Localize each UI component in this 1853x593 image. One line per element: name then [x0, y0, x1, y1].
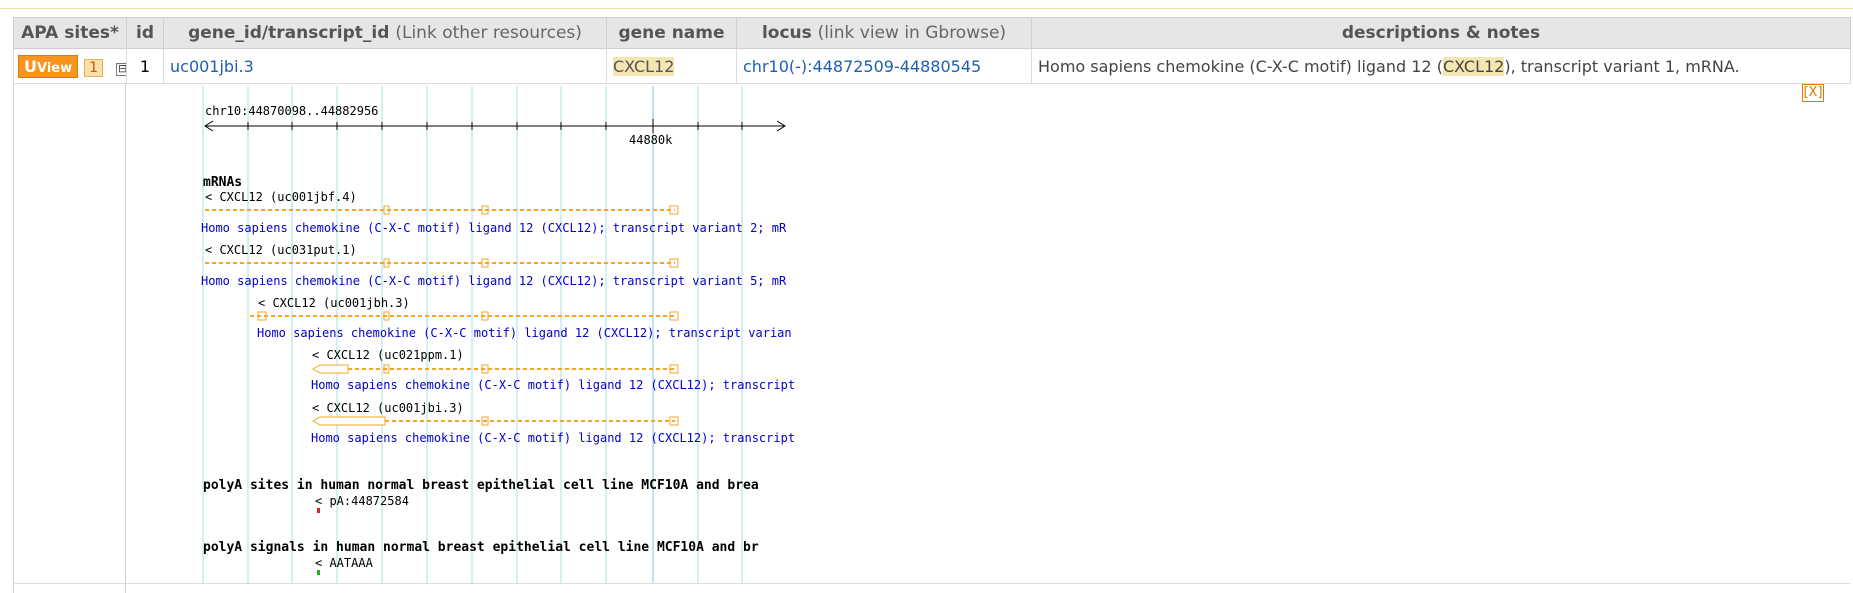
transcript-label: < CXCL12 (uc001jbh.3): [258, 296, 410, 310]
transcript-desc-link[interactable]: Homo sapiens chemokine (C-X-C motif) lig…: [311, 378, 795, 392]
transcript-1[interactable]: < CXCL12 (uc001jbf.4) Homo sapiens chemo…: [201, 190, 787, 235]
mrna-track-title: mRNAs: [203, 175, 242, 190]
polya-signals-track-title: polyA signals in human normal breast epi…: [203, 540, 759, 555]
polya-sites-track-title: polyA sites in human normal breast epith…: [203, 478, 759, 493]
scale-label: 44880k: [629, 133, 673, 147]
transcript-desc-link[interactable]: Homo sapiens chemokine (C-X-C motif) lig…: [201, 221, 787, 235]
transcript-label: < CXCL12 (uc021ppm.1): [312, 348, 464, 362]
transcript-2[interactable]: < CXCL12 (uc031put.1) Homo sapiens chemo…: [201, 243, 787, 288]
gbrowse-image[interactable]: chr10:44870098..44882956 44880k mRNAs < …: [0, 0, 1853, 593]
region-label: chr10:44870098..44882956: [205, 104, 378, 118]
transcript-4[interactable]: < CXCL12 (uc021ppm.1) Homo sapiens chemo…: [311, 348, 795, 392]
polya-site-label: < pA:44872584: [315, 494, 409, 508]
polya-signal-mark[interactable]: [317, 570, 320, 575]
transcript-3[interactable]: < CXCL12 (uc001jbh.3) Homo sapiens chemo…: [250, 296, 792, 340]
transcript-desc-link[interactable]: Homo sapiens chemokine (C-X-C motif) lig…: [201, 274, 787, 288]
transcript-desc-link[interactable]: Homo sapiens chemokine (C-X-C motif) lig…: [257, 326, 792, 340]
transcript-label: < CXCL12 (uc031put.1): [205, 243, 357, 257]
transcript-label: < CXCL12 (uc001jbf.4): [205, 190, 357, 204]
polya-site-mark[interactable]: [317, 508, 320, 513]
polya-signal-label: < AATAAA: [315, 556, 374, 570]
transcript-5[interactable]: < CXCL12 (uc001jbi.3) Homo sapiens chemo…: [311, 401, 795, 445]
transcript-desc-link[interactable]: Homo sapiens chemokine (C-X-C motif) lig…: [311, 431, 795, 445]
transcript-label: < CXCL12 (uc001jbi.3): [312, 401, 464, 415]
